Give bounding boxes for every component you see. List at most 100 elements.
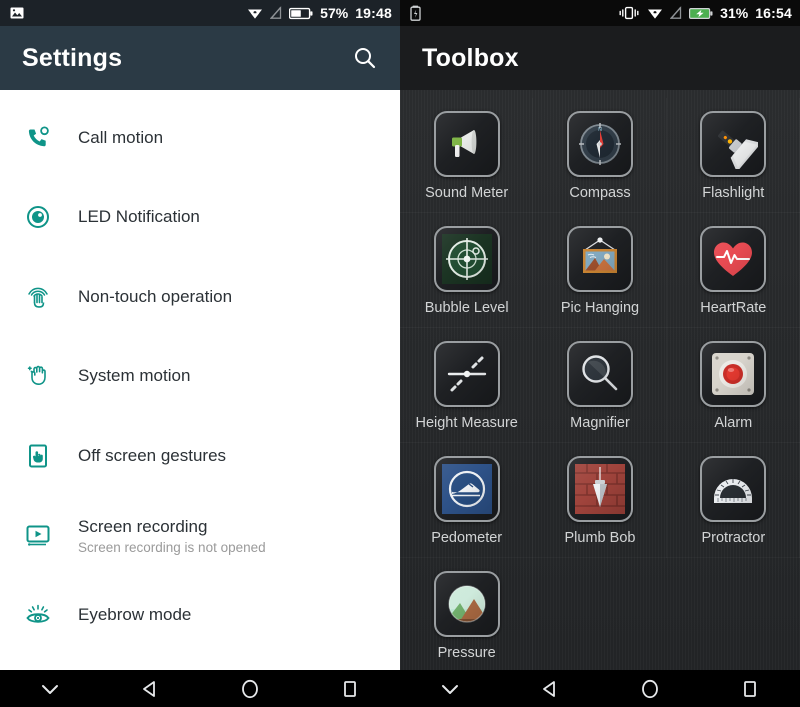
tool-item-height-measure[interactable]: Height Measure [400,328,533,443]
tool-label: Alarm [714,415,753,431]
tool-item-bubble-level[interactable]: Bubble Level [400,213,533,328]
battery-percent-right: 31% [720,5,749,21]
sound-meter-icon [433,111,500,177]
wifi-icon [647,6,663,20]
back-icon[interactable] [129,674,171,704]
setting-title: Non-touch operation [78,286,233,306]
navigation-bars [0,670,800,707]
tool-label: Pressure [437,645,496,661]
home-icon[interactable] [629,674,671,704]
chevron-down-icon[interactable] [29,674,71,704]
sidebar-item-eyebrow-mode[interactable]: Eyebrow mode [0,575,400,655]
pedometer-icon [433,456,500,522]
setting-texts: Off screen gestures [78,445,226,467]
sidebar-item-non-touch-operation[interactable]: Non-touch operation [0,257,400,337]
tool-item-pic-hanging[interactable]: Pic Hanging [533,213,666,328]
tool-label: Sound Meter [425,185,509,201]
search-icon [355,48,376,69]
compass-icon: N [566,111,633,177]
back-icon[interactable] [529,674,571,704]
tool-label: Pic Hanging [560,300,640,316]
setting-title: System motion [78,366,191,386]
recents-icon[interactable] [729,674,771,704]
tool-item-heart-rate[interactable]: HeartRate [667,213,800,328]
heart-rate-icon [700,226,767,292]
sidebar-item-call-motion[interactable]: Call motion [0,98,400,178]
image-icon [10,6,24,20]
tool-item-pressure[interactable]: Pressure [400,558,533,670]
tool-label: Flashlight [702,185,765,201]
clock-left: 19:48 [355,5,392,21]
toolbox-app-bar: Toolbox [400,26,800,90]
navbar-left [0,670,400,707]
tool-item-compass[interactable]: N Compass [533,98,666,213]
setting-texts: Eyebrow mode [78,604,191,626]
pressure-icon [433,571,500,637]
search-button[interactable] [350,43,380,73]
signal-off-icon [669,6,682,20]
screen-recording-icon [16,521,60,549]
flashlight-icon [700,111,767,177]
tool-item-sound-meter[interactable]: Sound Meter [400,98,533,213]
setting-texts: LED Notification [78,206,200,228]
home-icon[interactable] [229,674,271,704]
settings-screen: 57% 19:48 Settings Call motion LED Notif… [0,0,400,670]
toolbox-title: Toolbox [422,43,519,72]
tool-label: Magnifier [570,415,630,431]
setting-title: Call motion [78,127,164,147]
tool-label: Protractor [701,530,766,546]
battery-charging-icon [689,7,713,20]
setting-title: Off screen gestures [78,445,227,465]
wifi-icon [247,6,263,20]
status-bar-left-icons-right-screen [410,5,618,21]
status-bar-left-icons [10,6,247,20]
status-bar-left: 57% 19:48 [0,0,400,26]
sidebar-item-led-notification[interactable]: LED Notification [0,178,400,258]
page-title: Settings [22,43,123,72]
alarm-icon [700,341,767,407]
dual-screenshot: 57% 19:48 Settings Call motion LED Notif… [0,0,800,670]
led-notification-icon [16,203,60,231]
tool-item-protractor[interactable]: Protractor [667,443,800,558]
recents-icon[interactable] [329,674,371,704]
setting-subtitle: Screen recording is not opened [78,539,266,555]
battery-icon [289,7,313,20]
magnifier-icon [566,341,633,407]
sidebar-item-system-motion[interactable]: System motion [0,337,400,417]
battery-alert-icon [410,5,421,21]
setting-texts: System motion [78,365,190,387]
plumb-bob-icon [566,456,633,522]
sidebar-item-screen-recording[interactable]: Screen recording Screen recording is not… [0,496,400,576]
tool-label: Bubble Level [424,300,509,316]
svg-text:N: N [598,127,602,133]
setting-texts: Call motion [78,127,163,149]
toolbox-screen: 31% 16:54 Toolbox Sound Meter N Compass … [400,0,800,670]
battery-percent-left: 57% [320,5,349,21]
height-measure-icon [433,341,500,407]
tool-grid: Sound Meter N Compass Flashlight Bubble … [400,90,800,670]
tool-item-alarm[interactable]: Alarm [667,328,800,443]
call-motion-icon [16,124,60,152]
setting-texts: Non-touch operation [78,286,232,308]
signal-off-icon [269,6,282,20]
off-screen-gestures-icon [16,442,60,470]
protractor-icon [700,456,767,522]
tool-item-magnifier[interactable]: Magnifier [533,328,666,443]
chevron-down-icon[interactable] [429,674,471,704]
sidebar-item-off-screen-gestures[interactable]: Off screen gestures [0,416,400,496]
status-bar-right: 31% 16:54 [400,0,800,26]
tool-label: Pedometer [431,530,503,546]
tool-item-plumb-bob[interactable]: Plumb Bob [533,443,666,558]
eyebrow-mode-icon [16,601,60,629]
status-bar-right-icons-left-screen: 57% 19:48 [247,5,392,21]
non-touch-operation-icon [16,283,60,311]
navbar-right [400,670,800,707]
tool-item-pedometer[interactable]: Pedometer [400,443,533,558]
tool-label: Compass [569,185,631,201]
tool-item-flashlight[interactable]: Flashlight [667,98,800,213]
setting-title: LED Notification [78,207,200,227]
bubble-level-icon [433,226,500,292]
toolbox-body: Sound Meter N Compass Flashlight Bubble … [400,90,800,670]
tool-label: Plumb Bob [564,530,636,546]
vibrate-icon [618,6,640,20]
